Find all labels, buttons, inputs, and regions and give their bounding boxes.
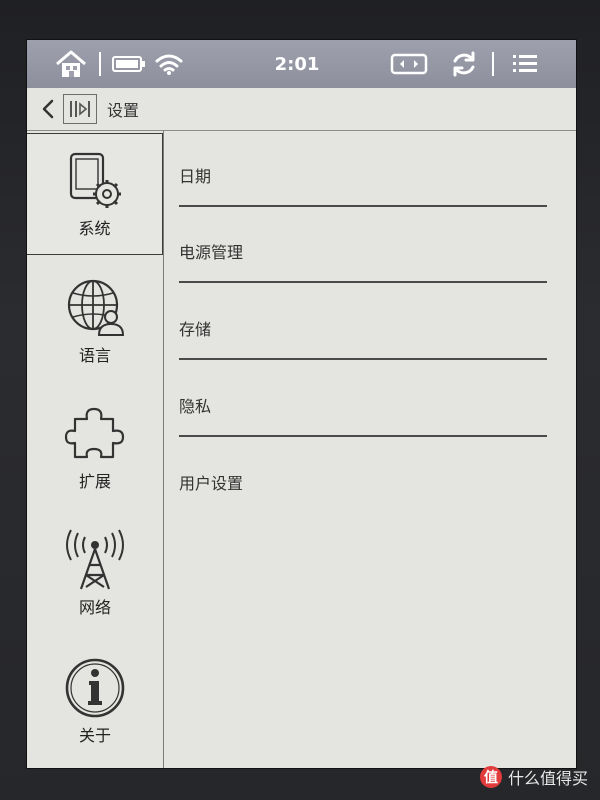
menu-item-label: 日期 — [179, 167, 212, 186]
wifi-icon[interactable] — [149, 40, 189, 88]
sidebar-item-label: 关于 — [78, 726, 111, 745]
menu-item-power[interactable]: 电源管理 — [179, 207, 547, 283]
app-switch-icon[interactable] — [63, 94, 97, 124]
puzzle-icon — [63, 402, 127, 466]
divider — [179, 358, 547, 360]
settings-content: 日期 电源管理 存储 隐私 用户设置 — [177, 131, 552, 768]
title-bar: 设置 — [27, 88, 576, 131]
sidebar-item-label: 语言 — [78, 346, 111, 365]
info-icon — [63, 656, 127, 720]
sidebar-item-extensions[interactable]: 扩展 — [27, 385, 163, 509]
refresh-icon[interactable] — [447, 40, 481, 88]
menu-item-privacy[interactable]: 隐私 — [179, 361, 547, 437]
home-icon[interactable] — [53, 40, 89, 88]
divider — [179, 435, 547, 437]
settings-sidebar: 系统 语言 扩展 网络 关于 — [27, 131, 164, 768]
sidebar-item-label: 网络 — [78, 598, 111, 617]
sidebar-item-system[interactable]: 系统 — [27, 133, 163, 255]
rotate-screen-icon[interactable] — [389, 40, 429, 88]
device-screen: 2:01 设置 系统 语言 扩展 网络 关于 日期 电源管理 存储 隐私 用户设… — [27, 40, 576, 768]
status-separator — [492, 52, 494, 76]
menu-item-label: 隐私 — [179, 397, 212, 416]
sidebar-item-about[interactable]: 关于 — [27, 639, 163, 763]
watermark-text: 什么值得买 — [507, 769, 588, 788]
menu-item-label: 电源管理 — [179, 243, 244, 262]
sidebar-item-network[interactable]: 网络 — [27, 511, 163, 635]
back-arrow-icon[interactable] — [41, 97, 59, 121]
menu-item-user-settings[interactable]: 用户设置 — [179, 438, 547, 514]
status-separator — [99, 52, 101, 76]
sidebar-item-language[interactable]: 语言 — [27, 259, 163, 383]
watermark: 值 什么值得买 — [479, 764, 588, 790]
sidebar-item-label: 扩展 — [78, 472, 111, 491]
antenna-icon — [63, 528, 127, 592]
menu-item-label: 存储 — [179, 320, 212, 339]
sidebar-item-label: 系统 — [78, 219, 111, 238]
divider — [179, 281, 547, 283]
watermark-logo: 值 — [479, 766, 502, 788]
menu-item-label: 用户设置 — [179, 474, 244, 493]
menu-item-storage[interactable]: 存储 — [179, 284, 547, 360]
status-bar: 2:01 — [27, 40, 576, 88]
page-title: 设置 — [107, 101, 140, 120]
battery-icon — [111, 40, 147, 88]
globe-user-icon — [63, 276, 127, 340]
device-settings-icon — [63, 149, 127, 213]
menu-icon[interactable] — [505, 40, 545, 88]
status-time: 2:01 — [274, 53, 320, 75]
menu-item-date[interactable]: 日期 — [179, 131, 547, 207]
